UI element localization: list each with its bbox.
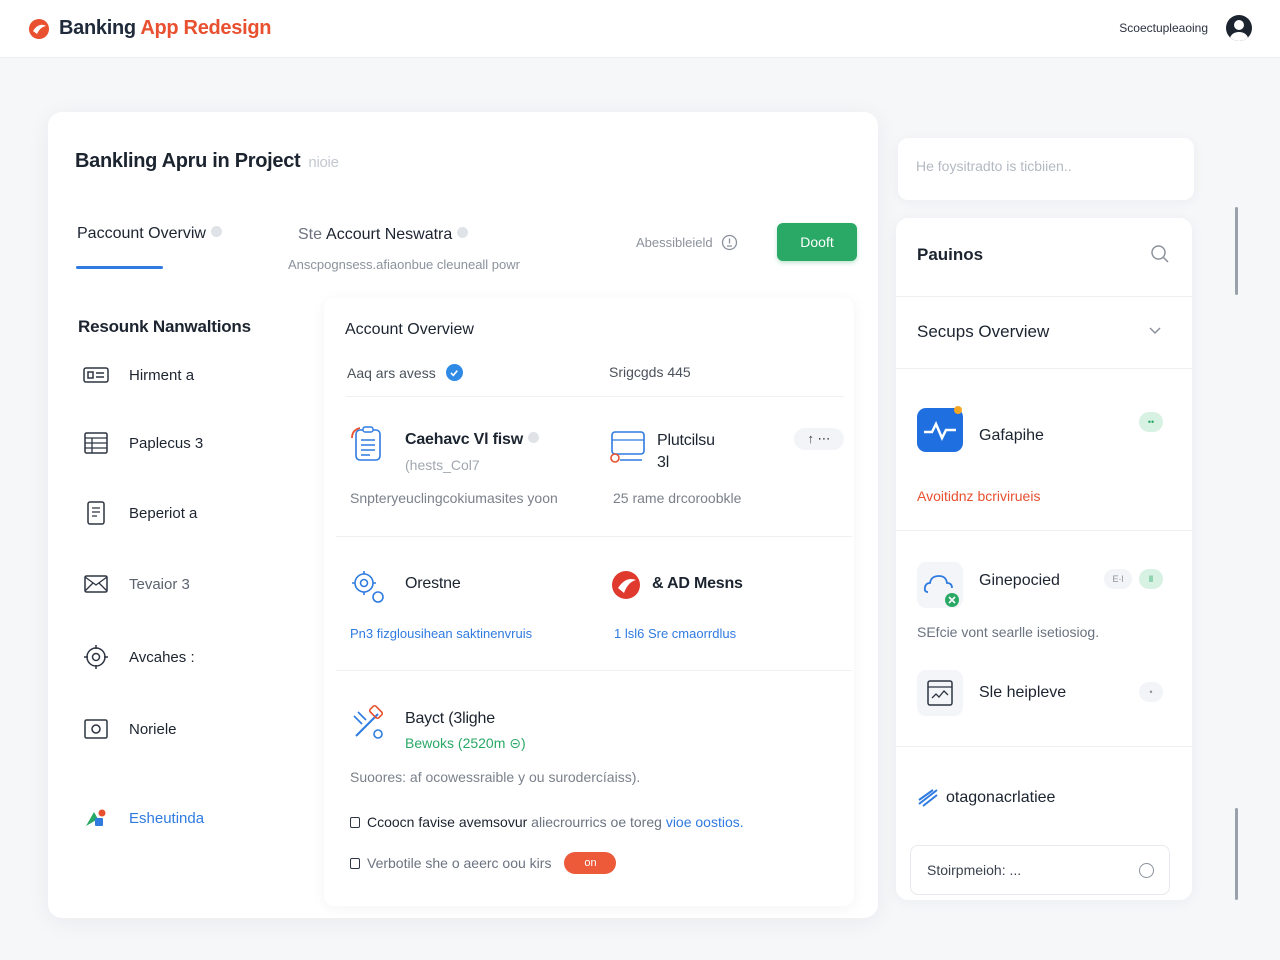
document-icon xyxy=(87,501,105,525)
verified-status: Aaq ars avess xyxy=(347,364,463,381)
stats-count: Srigcgds 445 xyxy=(609,364,691,380)
security-overview-dropdown[interactable]: Secups Overview xyxy=(917,322,1049,342)
search-input[interactable] xyxy=(916,158,1176,174)
settings-gear-icon xyxy=(352,571,384,603)
checkbox[interactable] xyxy=(350,816,360,828)
feature-title[interactable]: Plutcilsu xyxy=(657,432,715,450)
active-tab-indicator xyxy=(76,266,163,269)
app-label[interactable]: Gafapihe xyxy=(979,427,1044,445)
app-label[interactable]: Ginepocied xyxy=(979,572,1060,590)
checkbox-row-toggle[interactable]: Verbotile she o aeerc oou kirs on xyxy=(350,852,617,874)
tab-subtitle: Anscpognsess.afiaonbue cleuneall powr xyxy=(288,257,520,272)
search-card xyxy=(898,138,1194,200)
top-bar: Banking App Redesign Scoectupleaoing xyxy=(0,0,1280,58)
checkbox[interactable] xyxy=(350,857,360,869)
feature-badge: Bewoks (2520m ⊝) xyxy=(405,735,526,751)
primary-button[interactable]: Dooft xyxy=(777,223,857,261)
brand[interactable]: Banking App Redesign xyxy=(28,17,271,40)
nav-item-2[interactable]: Paplecus 3 xyxy=(82,429,203,457)
divider xyxy=(346,396,844,397)
status-pill: • xyxy=(1139,682,1163,702)
nav-heading: Resounk Nanwaltions xyxy=(78,317,251,336)
nav-item-4[interactable]: Tevaior 3 xyxy=(82,570,190,598)
chevron-down-icon[interactable] xyxy=(1148,326,1162,336)
shapes-icon xyxy=(86,809,106,826)
search-icon[interactable] xyxy=(1150,244,1170,264)
tools-icon xyxy=(353,704,384,739)
accessibility-toggle[interactable]: Abessibleield xyxy=(636,234,738,251)
nav-item-3[interactable]: Beperiot a xyxy=(82,499,197,527)
help-icon xyxy=(457,227,469,238)
help-icon xyxy=(210,226,222,237)
bottom-input-field xyxy=(910,845,1170,895)
feature-title[interactable]: Caehavc Vl fisw xyxy=(405,431,539,449)
feature-link[interactable]: Pn3 fizglousihean saktinenvruis xyxy=(350,626,532,641)
brand-circle-icon xyxy=(612,571,640,599)
toggle-switch[interactable]: on xyxy=(564,852,617,874)
tab-account-overview[interactable]: Paccount Overviw xyxy=(77,225,222,243)
panel-description: SEfcie vont searlle isetiosiog. xyxy=(917,624,1100,640)
monitor-chart-icon xyxy=(610,431,645,463)
gear-refresh-icon xyxy=(84,645,108,669)
feature-description: Suoores: af ocowessraible y ou surodercí… xyxy=(350,769,641,785)
tab-account-news[interactable]: Ste Accourt Neswatra xyxy=(298,226,469,244)
app-title: Banking App Redesign xyxy=(59,17,272,39)
feature-title[interactable]: Bayct (3lighe xyxy=(405,710,495,728)
main-card: Bankling Apru in Project nioie Paccount O… xyxy=(48,112,878,918)
page-title: Bankling Apru in Project nioie xyxy=(75,150,339,172)
panel-heading: Pauinos xyxy=(917,245,984,264)
clipboard-list-icon xyxy=(351,426,381,461)
chart-window-icon xyxy=(917,670,963,716)
status-input[interactable] xyxy=(927,862,1127,878)
status-pill: ll xyxy=(1139,569,1163,589)
right-panel: Pauinos Secups Overview Gafapihe •• Avoi… xyxy=(896,218,1192,900)
divider xyxy=(336,536,852,537)
account-overview-card: Account Overview Aaq ars avess Srigcgds … xyxy=(324,298,854,906)
scrollbar-thumb-lower[interactable] xyxy=(1235,808,1238,900)
overview-title: Account Overview xyxy=(345,321,474,338)
brand-link[interactable]: otagonacrlatiee xyxy=(946,789,1055,807)
feature-description: 25 rame drcoroobkle xyxy=(613,490,742,506)
feature-link[interactable]: 1 lsl6 Sre cmaorrdlus xyxy=(614,626,736,641)
feature-description: Snpteryeuclingcokiumasites yoon xyxy=(350,490,558,506)
app-label[interactable]: Sle heipleve xyxy=(979,684,1066,702)
swoosh-logo-icon xyxy=(918,789,938,807)
alert-circle-icon xyxy=(721,234,737,251)
feature-title[interactable]: Orestne xyxy=(405,575,461,593)
nav-item-6[interactable]: Noriele xyxy=(82,715,177,743)
warning-text: Avoitidnz bcrivirueis xyxy=(917,488,1041,504)
spreadsheet-icon xyxy=(84,432,108,454)
scrollbar-thumb[interactable] xyxy=(1235,207,1238,295)
envelope-icon xyxy=(84,575,108,593)
more-options-button[interactable]: ↑ ⋯ xyxy=(794,428,844,450)
nav-item-7[interactable]: Esheutinda xyxy=(82,804,204,832)
checkbox-row[interactable]: Ccoocn favise avemsovur aliecrourrics oe… xyxy=(350,814,744,830)
feature-subtitle: (hests_Col7 xyxy=(405,457,480,473)
status-pill: •• xyxy=(1139,412,1163,432)
check-icon xyxy=(445,364,463,381)
nav-item-1[interactable]: Hirment a xyxy=(82,361,194,389)
status-pill: E·l xyxy=(1104,569,1132,589)
feature-title[interactable]: & AD Mesns xyxy=(652,575,743,593)
radio-button[interactable] xyxy=(1139,863,1154,878)
user-avatar-icon[interactable] xyxy=(1226,15,1252,41)
cloud-check-icon xyxy=(917,562,963,608)
frame-icon xyxy=(84,719,108,739)
accessibility-label: Abessibleield xyxy=(636,235,713,250)
divider xyxy=(336,670,852,671)
brand-logo-icon xyxy=(29,18,49,39)
card-list-icon xyxy=(83,367,109,383)
pulse-app-icon xyxy=(917,406,963,452)
nav-item-5[interactable]: Avcahes : xyxy=(82,643,195,671)
feature-number: 3l xyxy=(657,454,670,471)
top-nav-link[interactable]: Scoectupleaoing xyxy=(1119,21,1208,35)
